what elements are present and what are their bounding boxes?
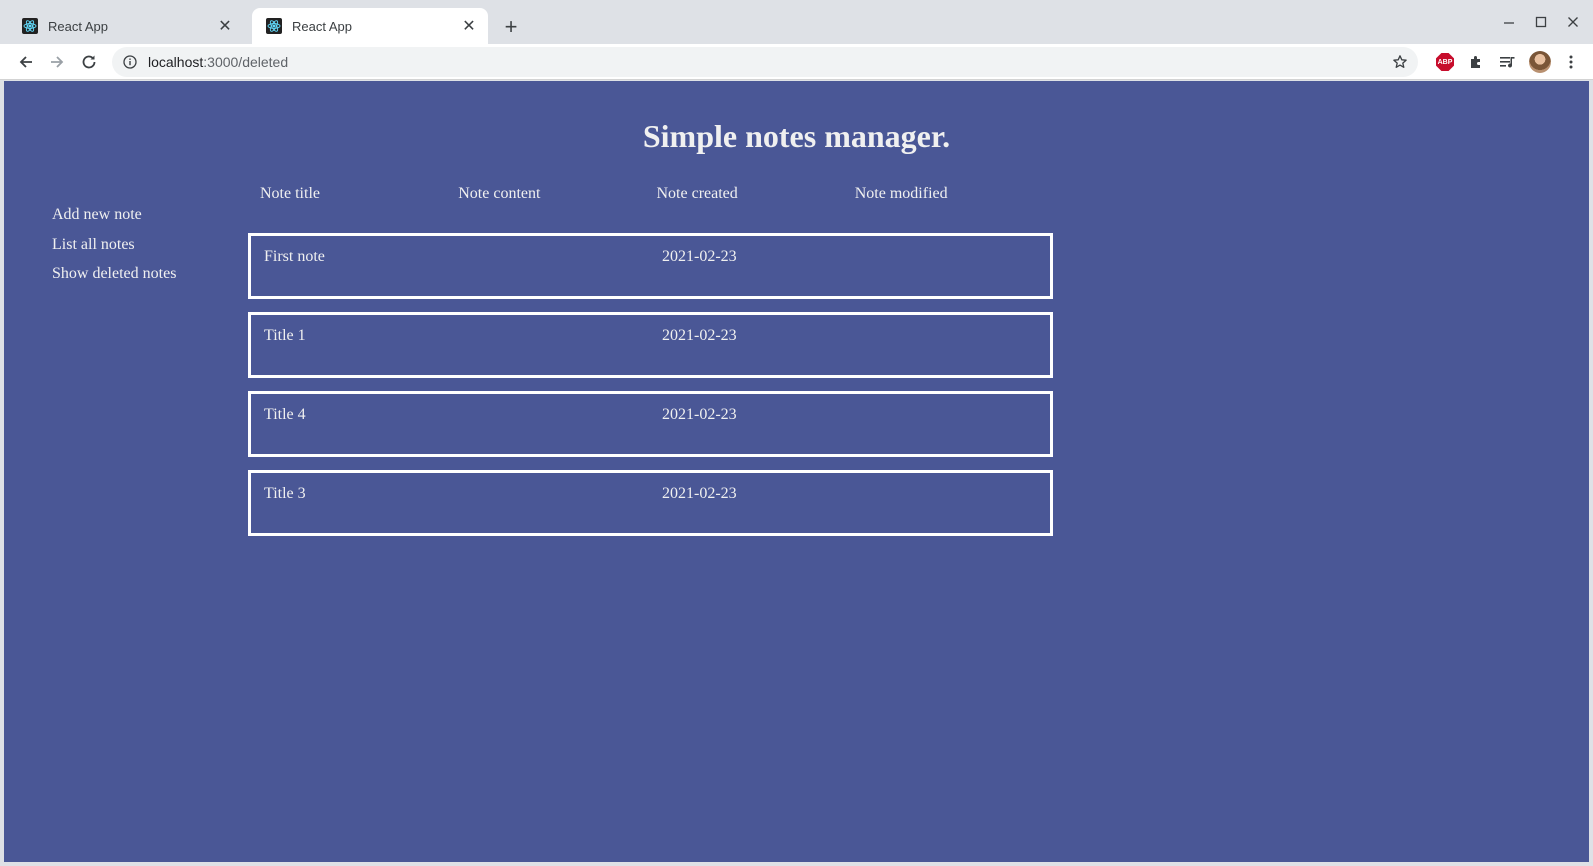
note-created: 2021-02-23 [662,248,737,265]
maximize-icon[interactable] [1525,8,1557,36]
page-title: Simple notes manager. [642,118,951,154]
reload-icon[interactable] [74,47,104,77]
media-queue-icon[interactable] [1495,49,1521,75]
notes-list: First note 2021-02-23 Title 1 2021-02-23… [248,233,1053,549]
note-title: First note [264,248,325,265]
info-icon[interactable] [122,54,138,70]
browser-window: React App ✕ React App ✕ + localhost:3000… [0,0,1593,866]
notes-table: Note title Note content Note created Not… [248,185,1053,536]
minimize-icon[interactable] [1493,8,1525,36]
back-arrow-icon[interactable] [11,47,41,77]
url-host: localhost [148,54,204,70]
column-header-title: Note title [260,185,320,202]
forward-arrow-icon[interactable] [42,47,72,77]
note-title: Title 3 [264,485,306,502]
url-text: localhost:3000/deleted [148,54,288,70]
note-title: Title 4 [264,406,306,423]
menu-kebab-icon[interactable] [1558,49,1584,75]
note-title: Title 1 [264,327,306,344]
adblock-icon[interactable]: ABP [1432,49,1458,75]
close-window-icon[interactable] [1557,8,1589,36]
react-icon [22,18,38,34]
note-created: 2021-02-23 [662,406,737,423]
address-bar[interactable]: localhost:3000/deleted [112,47,1418,77]
bookmark-star-icon[interactable] [1390,52,1410,72]
note-created: 2021-02-23 [662,485,737,502]
close-tab-icon[interactable]: ✕ [460,17,478,35]
tab-title: React App [48,18,108,34]
tab-title: React App [292,18,352,34]
note-created: 2021-02-23 [662,327,737,344]
tab-react-app-1[interactable]: React App ✕ [8,8,244,44]
column-header-modified: Note modified [854,185,948,202]
nav-add-new-note[interactable]: Add new note [52,200,176,230]
nav-show-deleted-notes[interactable]: Show deleted notes [52,259,176,289]
column-header-created: Note created [656,185,738,202]
note-row[interactable]: Title 1 2021-02-23 [248,312,1053,378]
note-row[interactable]: Title 4 2021-02-23 [248,391,1053,457]
note-row[interactable]: Title 3 2021-02-23 [248,470,1053,536]
new-tab-button[interactable]: + [497,13,525,41]
url-path: :3000/deleted [203,54,289,70]
close-tab-icon[interactable]: ✕ [216,17,234,35]
tab-react-app-2[interactable]: React App ✕ [252,8,488,44]
tab-strip: React App ✕ React App ✕ + [0,0,1593,44]
profile-avatar[interactable] [1527,49,1553,75]
browser-toolbar: localhost:3000/deleted ABP [0,44,1593,80]
table-header: Note title Note content Note created Not… [248,185,1053,205]
page-viewport: Simple notes manager. Add new note List … [4,81,1589,862]
extensions-puzzle-icon[interactable] [1463,49,1489,75]
column-header-content: Note content [458,185,541,202]
note-row[interactable]: First note 2021-02-23 [248,233,1053,299]
nav-list-all-notes[interactable]: List all notes [52,230,176,260]
side-nav: Add new note List all notes Show deleted… [52,200,176,289]
react-icon [266,18,282,34]
